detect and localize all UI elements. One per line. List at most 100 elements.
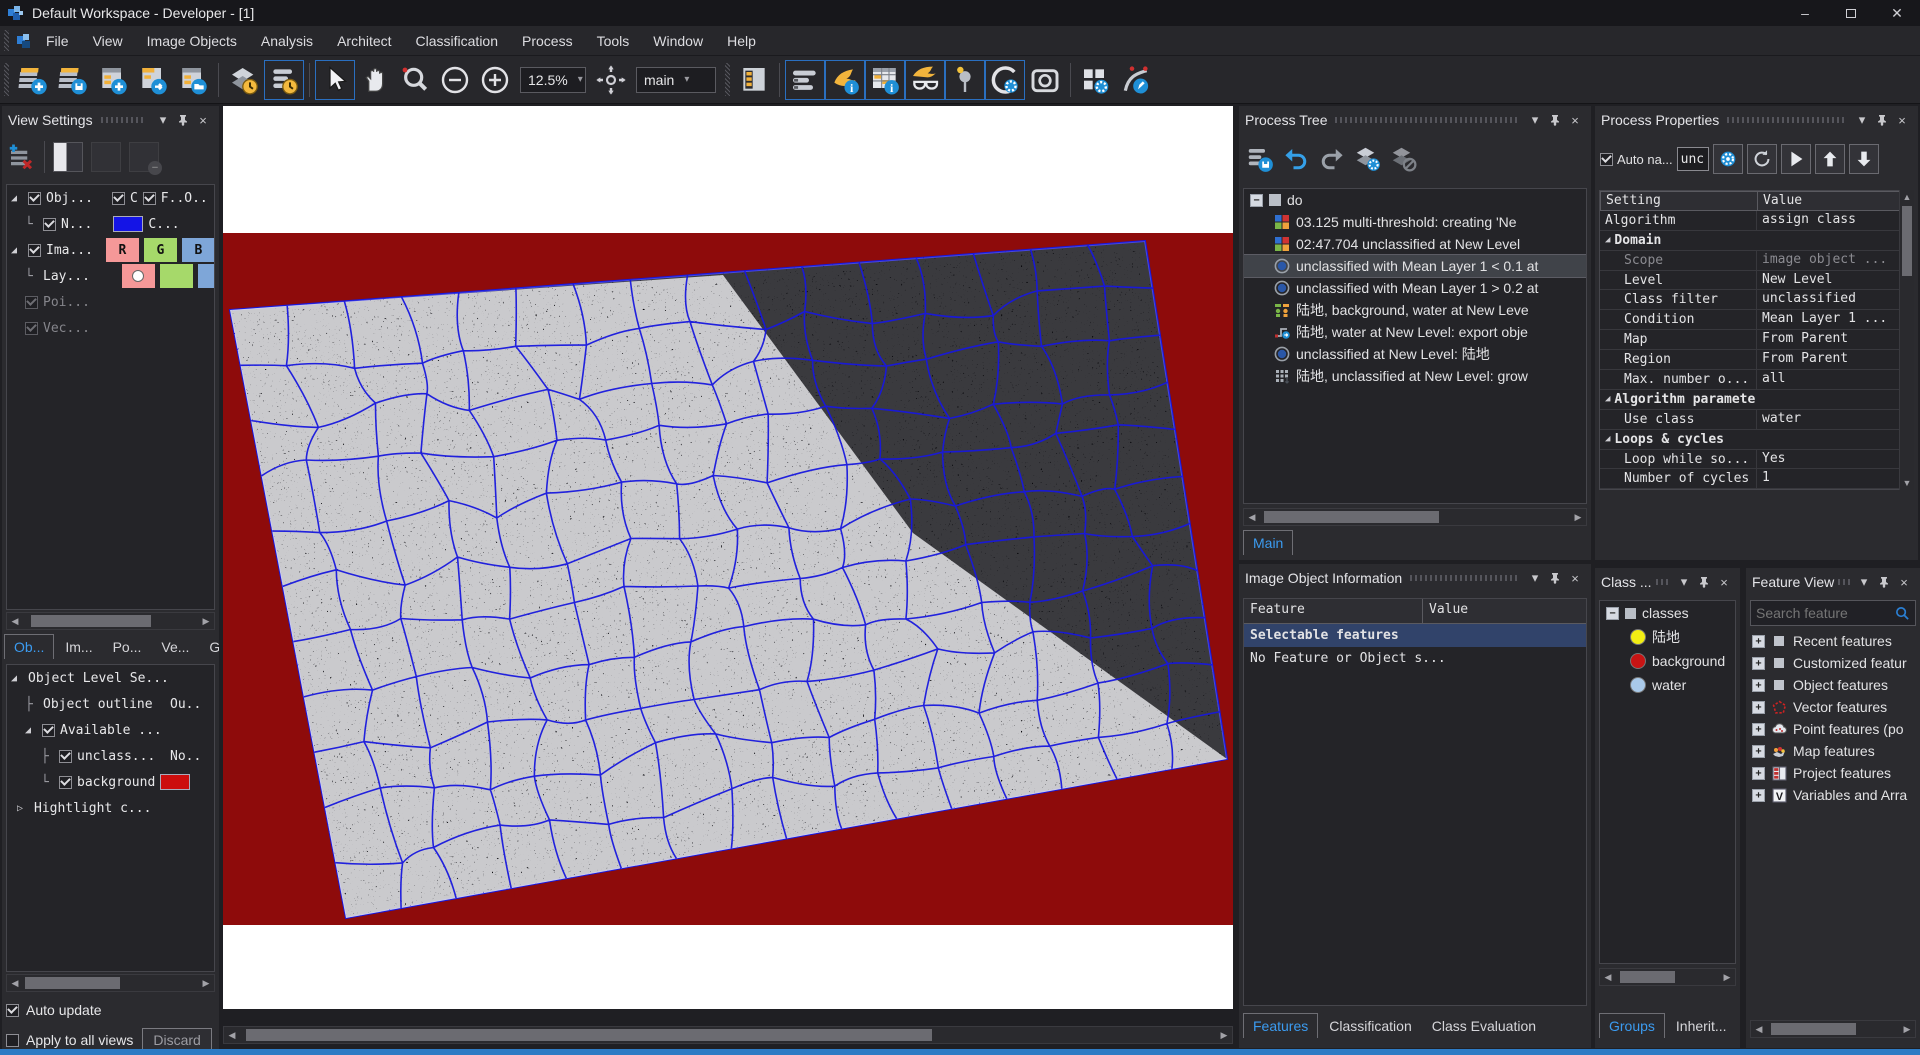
process-row[interactable]: unclassified with Mean Layer 1 < 0.1 at <box>1244 255 1586 277</box>
refresh-button[interactable] <box>1747 144 1777 174</box>
tree-row[interactable]: ├ Object outline Ou.. <box>7 691 214 717</box>
column-header[interactable]: Feature <box>1244 599 1423 623</box>
chevron-down-icon[interactable]: ▾ <box>1525 110 1545 130</box>
pin-icon[interactable] <box>1545 110 1565 130</box>
scroll-thumb[interactable] <box>1771 1023 1856 1035</box>
checkbox[interactable] <box>25 296 38 309</box>
add-view-button[interactable] <box>93 60 133 100</box>
zoom-select-button[interactable] <box>395 60 435 100</box>
pin-icon[interactable] <box>1874 572 1894 592</box>
class-root-row[interactable]: − classes <box>1600 601 1735 625</box>
scroll-thumb[interactable] <box>1264 511 1439 523</box>
toolbar-grip[interactable] <box>4 63 9 96</box>
tree-row[interactable]: └ N... C... <box>7 211 214 237</box>
tree-row[interactable]: ├ unclass... No.. <box>7 743 214 769</box>
scroll-down-icon[interactable]: ▼ <box>1903 476 1912 490</box>
menu-item[interactable]: Classification <box>405 29 509 53</box>
menu-item[interactable]: Architect <box>326 29 402 53</box>
process-row[interactable]: 陆地, unclassified at New Level: grow <box>1244 365 1586 387</box>
green-channel-cell[interactable]: G <box>144 238 177 262</box>
expand-icon[interactable]: + <box>1752 635 1765 648</box>
horizontal-scrollbar[interactable]: ◀ ▶ <box>1243 508 1587 526</box>
close-icon[interactable]: × <box>1894 572 1914 592</box>
feature-row[interactable]: Selectable features <box>1244 624 1586 647</box>
search-icon[interactable] <box>1895 606 1910 621</box>
close-icon[interactable]: × <box>1565 568 1585 588</box>
property-row[interactable]: ◢Scope image object ... <box>1600 251 1913 271</box>
drag-grip[interactable] <box>1727 117 1844 123</box>
property-row[interactable]: ◢Domain <box>1600 231 1913 251</box>
menu-grip[interactable] <box>4 30 9 50</box>
expand-icon[interactable]: + <box>1752 701 1765 714</box>
tab[interactable]: Inherit... <box>1667 1014 1736 1038</box>
tree-row[interactable]: ▷ Hightlight c... <box>7 795 214 821</box>
edit-thematic-button[interactable] <box>1116 60 1156 100</box>
chevron-down-icon[interactable]: ▾ <box>1525 568 1545 588</box>
drag-grip[interactable] <box>1335 117 1517 123</box>
scroll-thumb[interactable] <box>1902 206 1912 276</box>
maximize-button[interactable] <box>1828 0 1874 26</box>
show-classification-button[interactable]: i <box>825 60 865 100</box>
scroll-thumb[interactable] <box>246 1029 932 1041</box>
tab[interactable]: Ob... <box>4 634 54 659</box>
show-outlines-button[interactable] <box>785 60 825 100</box>
chevron-down-icon[interactable]: ▾ <box>1674 572 1694 592</box>
process-row[interactable]: 陆地, background, water at New Leve <box>1244 299 1586 321</box>
property-row[interactable]: ◢Use class water <box>1600 410 1913 430</box>
zoom-in-button[interactable] <box>475 60 515 100</box>
discard-button[interactable]: Discard <box>142 1028 211 1050</box>
delete-levels-button[interactable] <box>1389 144 1419 174</box>
tree-row[interactable]: └ Lay... <box>7 263 214 289</box>
checkbox[interactable] <box>59 776 72 789</box>
layer-cell[interactable] <box>160 264 193 288</box>
checkbox[interactable] <box>42 724 55 737</box>
process-settings-button[interactable] <box>1353 144 1383 174</box>
feature-group-row[interactable]: + Object features <box>1748 674 1918 696</box>
tree-row[interactable]: └ background <box>7 769 214 795</box>
vertical-scrollbar[interactable]: ▲ ▼ <box>1899 190 1914 490</box>
new-project-button[interactable] <box>13 60 53 100</box>
zoom-out-button[interactable] <box>435 60 475 100</box>
column-header[interactable]: Value <box>1758 192 1912 210</box>
minimize-button[interactable]: – <box>1782 0 1828 26</box>
scroll-left-icon[interactable]: ◀ <box>1751 1024 1767 1035</box>
menu-item[interactable]: Window <box>642 29 714 53</box>
auto-name-checkbox[interactable] <box>1600 153 1613 166</box>
layer-radio-cell[interactable] <box>122 264 155 288</box>
property-row[interactable]: ◢Max. number o... all <box>1600 370 1913 390</box>
layer-cell[interactable] <box>198 264 215 288</box>
drag-grip[interactable] <box>1410 575 1517 581</box>
checkbox[interactable] <box>28 192 41 205</box>
close-icon[interactable]: × <box>1714 572 1734 592</box>
class-row[interactable]: 陆地 <box>1600 625 1735 649</box>
tree-row[interactable]: ◢ Ima... R G B <box>7 237 214 263</box>
toolbar-grip2[interactable] <box>725 63 730 96</box>
process-root-row[interactable]: − do <box>1244 189 1586 211</box>
tab[interactable]: Po... <box>104 635 151 659</box>
move-up-button[interactable] <box>1815 144 1845 174</box>
expand-icon[interactable]: + <box>1752 723 1765 736</box>
pan-tool-button[interactable] <box>355 60 395 100</box>
property-row[interactable]: ◢Loop while so... Yes <box>1600 450 1913 470</box>
search-input[interactable] <box>1756 605 1895 621</box>
scroll-thumb[interactable] <box>25 977 120 989</box>
zoom-level-combo[interactable]: 12.5% ▾ <box>520 67 586 93</box>
single-layer-view-button[interactable] <box>53 142 83 172</box>
tab[interactable]: Im... <box>56 635 101 659</box>
expand-icon[interactable]: + <box>1752 657 1765 670</box>
drag-grip[interactable] <box>1656 579 1670 585</box>
feature-group-row[interactable]: + Point features (po <box>1748 718 1918 740</box>
menu-item[interactable]: View <box>82 29 134 53</box>
drag-grip[interactable] <box>1838 579 1850 585</box>
menu-item[interactable]: Help <box>716 29 767 53</box>
pin-icon[interactable] <box>1872 110 1892 130</box>
map-select-combo[interactable]: main ▾ <box>636 67 716 93</box>
checkbox[interactable] <box>25 322 38 335</box>
property-row[interactable]: ◢Algorithm assign class <box>1600 211 1913 231</box>
collapse-icon[interactable]: − <box>1250 194 1263 207</box>
expand-icon[interactable]: + <box>1752 767 1765 780</box>
feature-group-row[interactable]: + V Variables and Arra <box>1748 784 1918 806</box>
viewer-horizontal-scrollbar[interactable]: ◀ ▶ <box>223 1026 1233 1044</box>
open-view-button[interactable] <box>173 60 213 100</box>
property-row[interactable]: ◢Number of cycles 1 <box>1600 469 1913 489</box>
